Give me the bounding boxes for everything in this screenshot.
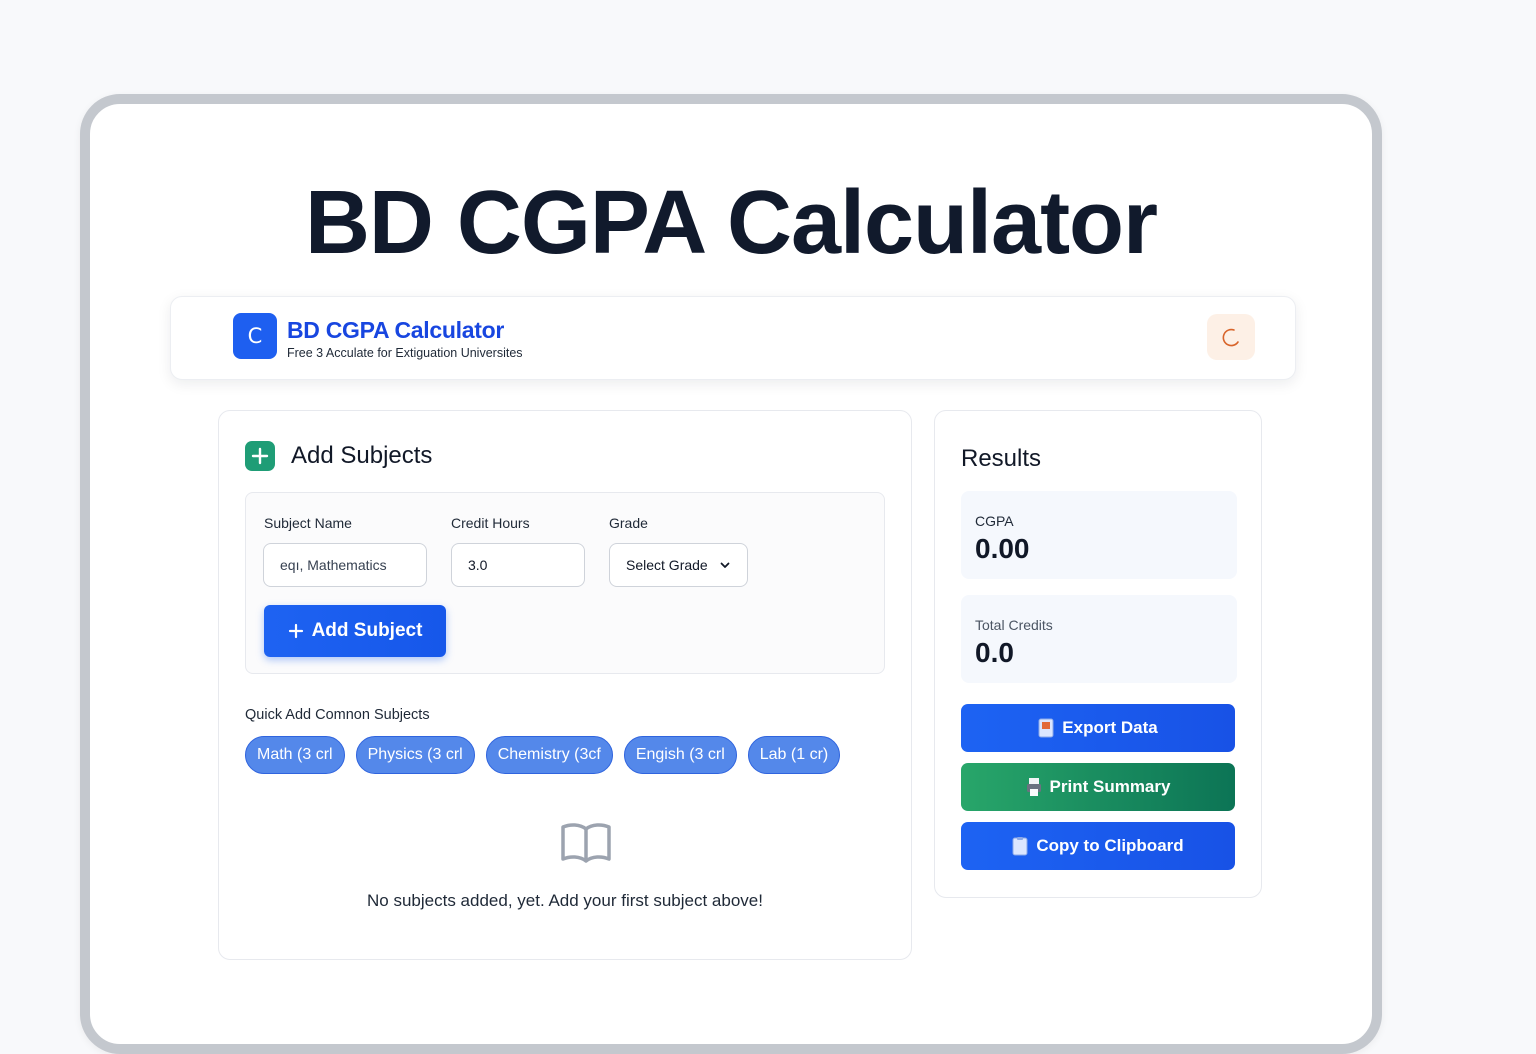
chevron-down-icon <box>720 562 730 568</box>
quick-add-chip-chemistry[interactable]: Chemistry (3cf <box>485 736 613 774</box>
print-summary-label: Print Summary <box>1049 777 1171 796</box>
theme-toggle-button[interactable] <box>1207 314 1255 360</box>
quick-add-chips: Math (3 crl Physics (3 crl Chemistry (3c… <box>245 736 851 774</box>
subject-name-label: Subject Name <box>264 515 352 531</box>
add-subjects-title: Add Subjects <box>291 442 433 469</box>
clipboard-icon <box>1012 836 1028 856</box>
total-credits-label: Total Credits <box>975 617 1053 633</box>
add-subjects-header: Add Subjects <box>245 441 432 471</box>
hero-title: BD CGPA Calculator <box>304 173 1158 273</box>
quick-add-chip-english[interactable]: Engish (3 crl <box>623 736 737 774</box>
app-logo: C <box>233 313 277 359</box>
empty-state-message: No subjects added, yet. Add your first s… <box>367 891 763 910</box>
credit-hours-label: Credit Hours <box>451 515 530 531</box>
device-frame: BD CGPA Calculator C BD CGPA Calculator … <box>80 94 1382 1054</box>
quick-add-chip-physics[interactable]: Physics (3 crl <box>355 736 475 774</box>
cgpa-stat: CGPA 0.00 <box>961 491 1237 579</box>
print-summary-button[interactable]: Print Summary <box>961 763 1235 811</box>
subject-name-placeholder: eqı, Mathematics <box>280 557 387 573</box>
add-subjects-card: Add Subjects Subject Name eqı, Mathemati… <box>218 410 912 960</box>
add-subject-label: Add Subject <box>311 620 423 641</box>
printer-icon <box>1026 777 1042 797</box>
subject-form: Subject Name eqı, Mathematics Credit Hou… <box>245 492 885 674</box>
app-title: BD CGPA Calculator <box>287 317 504 343</box>
plus-icon <box>288 623 303 639</box>
total-credits-stat: Total Credits 0.0 <box>961 595 1237 683</box>
grade-select[interactable]: Select Grade <box>609 543 748 587</box>
copy-clipboard-label: Copy to Clipboard <box>1036 836 1184 855</box>
quick-add-label: Quick Add Comnon Subjects <box>245 707 430 723</box>
total-credits-value: 0.0 <box>975 637 1014 668</box>
cgpa-label: CGPA <box>975 513 1014 529</box>
quick-add-chip-math[interactable]: Math (3 crl <box>245 736 345 774</box>
app-header: C BD CGPA Calculator Free 3 Acculate for… <box>170 296 1296 380</box>
quick-add-chip-lab[interactable]: Lab (1 cr) <box>747 736 841 774</box>
add-subject-button[interactable]: Add Subject <box>264 605 446 657</box>
export-icon <box>1038 718 1054 738</box>
results-card: Results CGPA 0.00 Total Credits 0.0 Expo… <box>934 410 1262 898</box>
export-data-label: Export Data <box>1062 718 1158 737</box>
results-title: Results <box>961 445 1042 472</box>
moon-icon <box>1222 328 1239 347</box>
cgpa-value: 0.00 <box>975 533 1030 564</box>
grade-label: Grade <box>609 515 648 531</box>
credit-hours-value: 3.0 <box>468 557 488 573</box>
open-book-icon <box>561 823 611 863</box>
app-subtitle: Free 3 Acculate for Extiguation Universi… <box>287 346 523 360</box>
copy-clipboard-button[interactable]: Copy to Clipboard <box>961 822 1235 870</box>
plus-square-icon <box>245 441 275 471</box>
credit-hours-input[interactable]: 3.0 <box>451 543 585 587</box>
export-data-button[interactable]: Export Data <box>961 704 1235 752</box>
subject-name-input[interactable]: eqı, Mathematics <box>263 543 427 587</box>
grade-selected-value: Select Grade <box>626 557 708 573</box>
